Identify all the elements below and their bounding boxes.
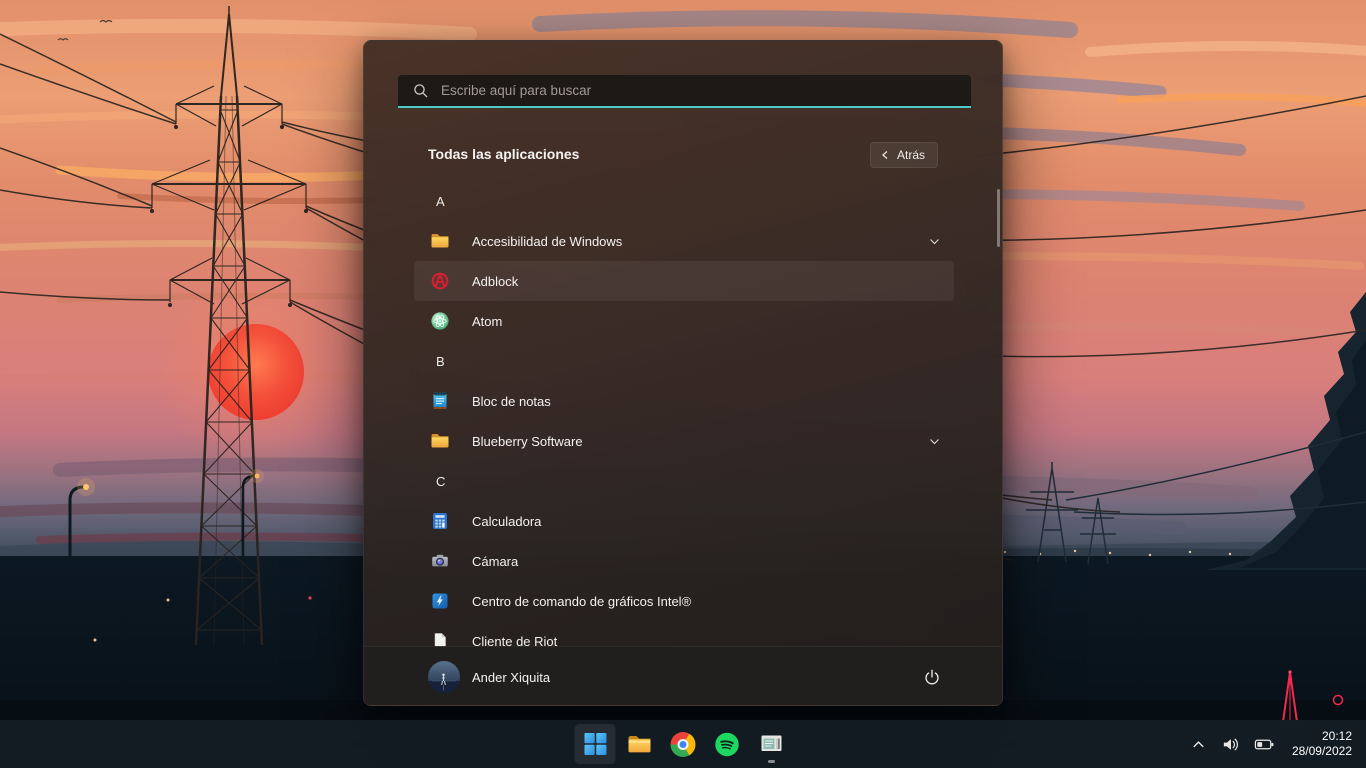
app-window-icon [758,731,784,757]
back-button[interactable]: Atrás [870,142,938,168]
avatar [428,661,460,693]
search-icon [413,83,429,99]
power-icon [923,668,941,686]
spotify-icon [715,732,740,757]
app-item-calculadora[interactable]: Calculadora [414,501,954,541]
search-input[interactable] [429,75,971,106]
app-label: Bloc de notas [472,394,551,409]
notepad-icon [430,391,450,411]
taskbar: 20:12 28/09/2022 [0,720,1366,768]
folder-icon [430,231,450,251]
start-button[interactable] [575,724,616,764]
app-label: Atom [472,314,502,329]
file-explorer-button[interactable] [619,724,660,764]
tray-chevron-button[interactable] [1185,724,1212,764]
start-menu: Todas las aplicaciones Atrás A Accesibil… [363,40,1003,706]
app-label: Blueberry Software [472,434,583,449]
battery-icon [1254,734,1275,755]
windows-start-icon [583,732,607,756]
file-explorer-icon [626,731,652,757]
intel-gcc-icon [430,591,450,611]
running-indicator [768,760,775,763]
camera-icon [430,551,450,571]
folder-item-blueberry[interactable]: Blueberry Software [414,421,954,461]
atom-icon [430,311,450,331]
power-button[interactable] [914,659,950,695]
app-label: Accesibilidad de Windows [472,234,622,249]
volume-button[interactable] [1216,724,1245,764]
user-account-button[interactable]: Ander Xiquita [428,661,550,693]
taskbar-center [575,720,792,768]
clock[interactable]: 20:12 28/09/2022 [1284,729,1352,759]
user-bar: Ander Xiquita [364,646,1002,706]
scrollbar[interactable] [997,189,1000,247]
app-item-camara[interactable]: Cámara [414,541,954,581]
folder-icon [430,431,450,451]
desktop: Todas las aplicaciones Atrás A Accesibil… [0,0,1366,768]
chevron-down-icon[interactable] [928,235,941,248]
volume-icon [1221,735,1240,754]
section-letter-b[interactable]: B [414,341,954,381]
battery-button[interactable] [1249,724,1280,764]
chevron-left-icon [880,150,890,160]
clock-date: 28/09/2022 [1292,744,1352,759]
section-letter-c[interactable]: C [414,461,954,501]
apps-header: Todas las aplicaciones Atrás [364,140,1002,172]
app-label: Calculadora [472,514,541,529]
app-label: Cámara [472,554,518,569]
app-item-bloc-de-notas[interactable]: Bloc de notas [414,381,954,421]
user-name: Ander Xiquita [472,670,550,685]
calculator-icon [430,511,450,531]
adblock-icon [430,271,450,291]
chevron-down-icon[interactable] [928,435,941,448]
clock-time: 20:12 [1292,729,1352,744]
document-icon [430,631,450,647]
page-title: Todas las aplicaciones [428,146,579,162]
system-tray: 20:12 28/09/2022 [1185,720,1366,768]
app-item-atom[interactable]: Atom [414,301,954,341]
folder-item-accesibilidad[interactable]: Accesibilidad de Windows [414,221,954,261]
app-label: Adblock [472,274,518,289]
app-window-button[interactable] [751,724,792,764]
app-item-adblock[interactable]: Adblock [414,261,954,301]
app-label: Centro de comando de gráficos Intel® [472,594,691,609]
app-label: Cliente de Riot [472,634,557,648]
section-letter-a[interactable]: A [414,181,954,221]
apps-list: A Accesibilidad de Windows Adblock [414,181,954,647]
app-item-intel-gcc[interactable]: Centro de comando de gráficos Intel® [414,581,954,621]
chrome-button[interactable] [663,724,704,764]
chrome-icon [671,732,696,757]
chevron-up-icon [1190,736,1207,753]
spotify-button[interactable] [707,724,748,764]
app-item-cliente-de-riot[interactable]: Cliente de Riot [414,621,954,647]
back-button-label: Atrás [897,148,925,162]
search-box[interactable] [398,75,971,108]
